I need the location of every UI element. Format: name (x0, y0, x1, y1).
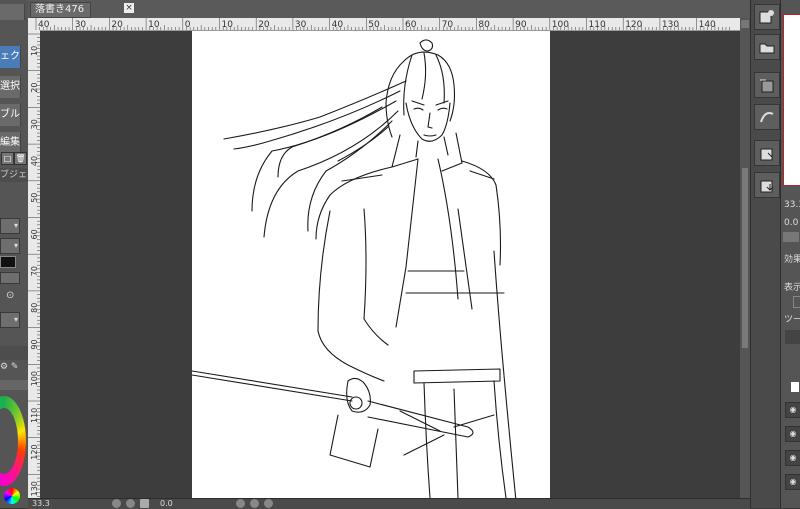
scrollbar-thumb[interactable] (742, 168, 748, 348)
ruler-tick-label: 40 (30, 156, 39, 166)
eye-icon[interactable]: ◉ (785, 426, 800, 442)
scroll-up-icon[interactable] (741, 20, 749, 28)
property-slider[interactable] (0, 272, 20, 284)
line-art-illustration (191, 39, 517, 502)
ruler-tick-label: 90 (30, 339, 39, 349)
chevron-down-icon: ▾ (13, 315, 18, 324)
vector-layer-icon[interactable] (754, 104, 780, 130)
reset-rotation-icon[interactable] (264, 499, 273, 508)
object-tool-button[interactable]: ェクト (0, 46, 21, 68)
effect-label: 効果 (784, 255, 800, 265)
vector-layer-glyph (760, 112, 774, 123)
selection-tool-label: 選択 (0, 81, 20, 92)
document-tab-bar: 落書き476 × (28, 0, 750, 19)
ruler-tick-label: 70 (30, 266, 39, 276)
ruler-tick-label: 10 (30, 46, 39, 56)
navigator-preview[interactable] (783, 14, 800, 186)
folder-icon[interactable] (754, 34, 780, 60)
vertical-scrollbar[interactable] (740, 18, 750, 498)
ruler-ticks: 40 30 20 10 0 10 20 30 40 50 60 70 80 90 100 110 120 130 1… (35, 18, 730, 30)
import-layer-glyph (760, 180, 774, 193)
property-dropdown-1[interactable]: ▾ (0, 218, 20, 234)
new-icon[interactable]: □ (1, 152, 14, 165)
display-checkbox[interactable] (793, 296, 800, 308)
ruler-tick-label: 80 (30, 303, 39, 313)
brush-settings-bar (0, 346, 28, 360)
subpalette-title-label: ブジェ (0, 170, 28, 180)
ruler-tick-label: 120 (30, 444, 39, 459)
panel-header-button[interactable] (0, 4, 25, 20)
ruler-ticks: 10 20 30 40 50 60 70 80 90 100 110 120 130 (28, 33, 40, 497)
left-tool-panel: ェクト 選択 ブル 編集 □ 🗑 ブジェ ▾ ▾ ⊙ ▾ ⚙ ✎ (0, 0, 28, 508)
horizontal-ruler: 40 30 20 10 0 10 20 30 40 50 60 70 80 90 100 110 120 130 1… (28, 18, 740, 31)
eye-icon[interactable]: ◉ (785, 450, 800, 466)
lock-icon[interactable]: ⊙ (6, 290, 16, 302)
chevron-down-icon: ▾ (13, 221, 18, 230)
navigator-buttons[interactable] (783, 232, 799, 242)
color-tab[interactable] (0, 380, 28, 390)
tool-label: ツー (784, 315, 800, 325)
fill-layer-glyph (760, 148, 773, 161)
ruler-tick-label: 130 (30, 481, 39, 496)
document-tab[interactable]: 落書き476 (30, 2, 92, 18)
selection-tool-button[interactable]: 選択 (0, 76, 21, 98)
table-tool-label: ブル (0, 109, 20, 120)
tone-layer-glyph (760, 79, 774, 93)
layer-toolbar (785, 330, 800, 344)
ruler-tick-label: 110 (30, 408, 39, 423)
eye-icon[interactable]: ◉ (785, 474, 800, 490)
new-layer-glyph (759, 10, 774, 24)
trash-icon[interactable]: 🗑 (14, 152, 27, 165)
color-circle-icon[interactable] (4, 488, 20, 504)
edit-tool-label: 編集 (0, 137, 20, 148)
import-layer-icon[interactable] (754, 172, 780, 198)
canvas-workspace[interactable] (40, 31, 740, 502)
eye-icon[interactable]: ◉ (785, 402, 800, 418)
tone-layer-icon[interactable] (754, 72, 780, 98)
close-icon[interactable]: × (124, 3, 134, 13)
subpalette-title: ブジェ (0, 168, 28, 182)
zoom-in-icon[interactable] (126, 499, 135, 508)
fit-view-icon[interactable] (140, 499, 149, 508)
new-layer-icon[interactable] (754, 4, 780, 30)
color-swatch[interactable] (0, 256, 16, 268)
navigator-angle-value[interactable]: 0.0 (784, 218, 798, 228)
display-label: 表示 (784, 283, 800, 293)
edit-tool-button[interactable]: 編集 (0, 132, 21, 154)
status-bar: 33.3 0.0 (28, 498, 750, 509)
ruler-tick-label: 20 (30, 83, 39, 93)
ruler-tick-label: 100 (30, 371, 39, 386)
tool-settings-icons[interactable]: ⚙ ✎ (0, 362, 28, 374)
navigator-zoom-value[interactable]: 33.3 (784, 200, 800, 210)
rotate-right-icon[interactable] (250, 499, 259, 508)
rotate-left-icon[interactable] (236, 499, 245, 508)
layer-thumbnail[interactable] (791, 382, 799, 392)
zoom-out-icon[interactable] (112, 499, 121, 508)
navigator-layer-panel: 33.3 0.0 効果 表示 ツー ◉ ◉ ◉ ◉ (780, 0, 800, 508)
ruler-tick-label: 60 (30, 229, 39, 239)
object-tool-label: ェクト (0, 51, 20, 62)
chevron-down-icon: ▾ (13, 241, 18, 250)
fill-layer-icon[interactable] (754, 140, 780, 166)
layer-tool-column (750, 0, 781, 508)
table-tool-button[interactable]: ブル (0, 104, 21, 126)
folder-glyph (759, 43, 775, 54)
property-dropdown-3[interactable]: ▾ (0, 312, 20, 328)
document-tab-title: 落書き476 (35, 4, 85, 15)
ruler-tick-label: 30 (30, 119, 39, 129)
ruler-tick-label: 50 (30, 193, 39, 203)
property-dropdown-2[interactable]: ▾ (0, 238, 20, 254)
drawing-canvas[interactable] (191, 31, 550, 502)
